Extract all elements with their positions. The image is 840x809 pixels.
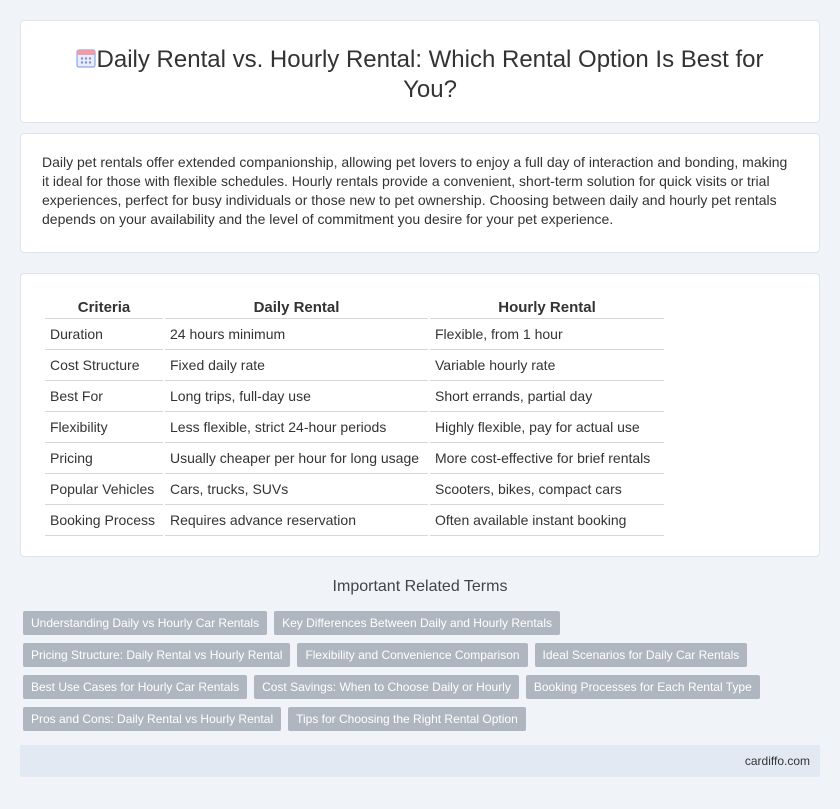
table-cell: Long trips, full-day use (165, 381, 428, 412)
footer: cardiffo.com (20, 745, 820, 777)
table-cell: Requires advance reservation (165, 505, 428, 536)
table-row: Booking Process Requires advance reserva… (45, 505, 664, 536)
related-term-tag[interactable]: Cost Savings: When to Choose Daily or Ho… (254, 675, 519, 699)
table-cell: More cost-effective for brief rentals (430, 443, 664, 474)
table-cell: Cars, trucks, SUVs (165, 474, 428, 505)
table-cell: Short errands, partial day (430, 381, 664, 412)
column-header-criteria: Criteria (45, 296, 163, 319)
table-cell: Variable hourly rate (430, 350, 664, 381)
related-term-tag[interactable]: Best Use Cases for Hourly Car Rentals (23, 675, 248, 699)
related-term-tag[interactable]: Understanding Daily vs Hourly Car Rental… (23, 611, 268, 635)
table-cell: 24 hours minimum (165, 319, 428, 350)
related-term-tag[interactable]: Pros and Cons: Daily Rental vs Hourly Re… (23, 707, 282, 731)
table-cell: Scooters, bikes, compact cars (430, 474, 664, 505)
related-term-tag[interactable]: Flexibility and Convenience Comparison (297, 643, 528, 667)
table-cell: Flexible, from 1 hour (430, 319, 664, 350)
table-cell: Booking Process (45, 505, 163, 536)
comparison-table: Criteria Daily Rental Hourly Rental Dura… (43, 296, 666, 536)
table-cell: Usually cheaper per hour for long usage (165, 443, 428, 474)
column-header-daily: Daily Rental (165, 296, 428, 319)
comparison-card: Criteria Daily Rental Hourly Rental Dura… (20, 273, 820, 557)
related-terms-heading: Important Related Terms (332, 578, 508, 595)
table-header-row: Criteria Daily Rental Hourly Rental (45, 296, 664, 319)
related-term-tag[interactable]: Tips for Choosing the Right Rental Optio… (288, 707, 526, 731)
related-term-tag[interactable]: Booking Processes for Each Rental Type (525, 675, 760, 699)
table-row: Pricing Usually cheaper per hour for lon… (45, 443, 664, 474)
table-row: Popular Vehicles Cars, trucks, SUVs Scoo… (45, 474, 664, 505)
table-cell: Often available instant booking (430, 505, 664, 536)
table-row: Duration 24 hours minimum Flexible, from… (45, 319, 664, 350)
table-cell: Fixed daily rate (165, 350, 428, 381)
table-row: Cost Structure Fixed daily rate Variable… (45, 350, 664, 381)
table-cell: Duration (45, 319, 163, 350)
related-terms-list: Understanding Daily vs Hourly Car Rental… (23, 611, 763, 731)
table-cell: Cost Structure (45, 350, 163, 381)
related-term-tag[interactable]: Key Differences Between Daily and Hourly… (274, 611, 561, 635)
table-cell: Pricing (45, 443, 163, 474)
table-cell: Popular Vehicles (45, 474, 163, 505)
column-header-hourly: Hourly Rental (430, 296, 664, 319)
table-cell: Less flexible, strict 24-hour periods (165, 412, 428, 443)
table-cell: Best For (45, 381, 163, 412)
table-cell: Flexibility (45, 412, 163, 443)
related-term-tag[interactable]: Pricing Structure: Daily Rental vs Hourl… (23, 643, 291, 667)
header-card: Daily Rental vs. Hourly Rental: Which Re… (20, 20, 820, 123)
table-row: Best For Long trips, full-day use Short … (45, 381, 664, 412)
intro-card: Daily pet rentals offer extended compani… (20, 133, 820, 253)
footer-site-name[interactable]: cardiffo.com (745, 754, 810, 768)
related-term-tag[interactable]: Ideal Scenarios for Daily Car Rentals (534, 643, 748, 667)
page-title: Daily Rental vs. Hourly Rental: Which Re… (96, 46, 764, 103)
table-row: Flexibility Less flexible, strict 24-hou… (45, 412, 664, 443)
table-cell: Highly flexible, pay for actual use (430, 412, 664, 443)
intro-paragraph: Daily pet rentals offer extended compani… (42, 154, 788, 227)
